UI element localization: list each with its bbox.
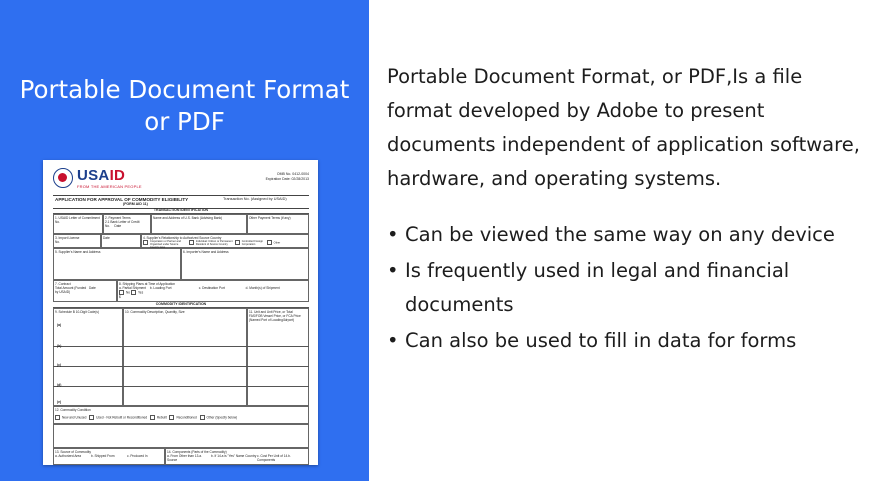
field-us-bank: Name and Address of U.S. Bank (Advising … (151, 214, 247, 234)
field-letter-of-commitment: 1. USAID Letter of Commitment No. (53, 214, 103, 234)
field-supplier-relationship: 4. Supplier's Relationship to Authorized… (141, 234, 309, 249)
slide-title-text: Portable Document Format or PDF (19, 75, 350, 136)
form-header: USAID FROM THE AMERICAN PEOPLE OMB No. 0… (53, 168, 309, 192)
commodity-row-divider (53, 386, 309, 387)
col-schedule-b: 9. Schedule B 10-Digit Code(s) (53, 308, 123, 406)
bullet-item: Can be viewed the same way on any device (387, 218, 867, 252)
field-other-payment: Other Payment Terms (if any) (247, 214, 309, 234)
field-shipping-plans: 8. Shipping Plans at Time of Application… (117, 280, 309, 302)
field-import-date: Date (101, 234, 141, 248)
commodity-row-divider (53, 366, 309, 367)
row-label-d: (d) (57, 383, 62, 387)
usaid-tagline: FROM THE AMERICAN PEOPLE (77, 184, 142, 189)
row-label-e: (e) (57, 400, 62, 404)
row-label-b: (b) (57, 344, 62, 348)
form-number: (FORM AID 11) (123, 202, 148, 206)
omb-number: OMB No. 0412-0004 Expiration Date: 02/28/… (265, 172, 309, 181)
col-commodity-description: 10. Commodity Description, Quantity, Siz… (123, 308, 247, 406)
commodity-row-divider (53, 346, 309, 347)
field-commodity-condition: 12. Commodity Condition New and Unused U… (53, 406, 309, 424)
field-other-spec (53, 424, 309, 448)
bullet-item: Can also be used to fill in data for for… (387, 324, 867, 358)
bullet-list: Can be viewed the same way on any device… (387, 218, 867, 360)
bullet-item: Is frequently used in legal and financia… (387, 254, 867, 322)
field-importer-name: 6. Importer's Name and Address (181, 248, 309, 280)
col-unit-price: 11. Unit and Unit Price, or Total FAS/FO… (247, 308, 309, 406)
field-components: 14. Components (Parts of the Commodity) … (165, 448, 309, 465)
form-title: APPLICATION FOR APPROVAL OF COMMODITY EL… (55, 197, 189, 202)
field-import-license: 3. Import License No. (53, 234, 101, 248)
field-supplier-name: 5. Supplier's Name and Address (53, 248, 181, 280)
pdf-form-thumbnail: USAID FROM THE AMERICAN PEOPLE OMB No. 0… (43, 160, 318, 465)
transaction-no-label: Transaction No. (Assigned by USAID) (223, 197, 287, 201)
form-title-bar: APPLICATION FOR APPROVAL OF COMMODITY EL… (53, 195, 309, 209)
field-contract: 7. Contract Total Amount (Funded by USAI… (53, 280, 117, 302)
left-panel: Portable Document Format or PDF USAID FR… (0, 0, 369, 481)
row-label-a: (a) (57, 323, 62, 327)
field-payment-terms: 2. Payment Terms 2.1 Bank Letter of Credi… (103, 214, 151, 234)
usaid-seal-icon (53, 168, 73, 188)
usaid-logo: USAID (77, 167, 126, 184)
slide-title: Portable Document Format or PDF (0, 74, 369, 138)
row-label-c: (c) (57, 363, 62, 367)
description-paragraph: Portable Document Format, or PDF,Is a fi… (387, 65, 860, 190)
field-source-commodity: 13. Source of Commodity a. Authorized Ar… (53, 448, 165, 465)
